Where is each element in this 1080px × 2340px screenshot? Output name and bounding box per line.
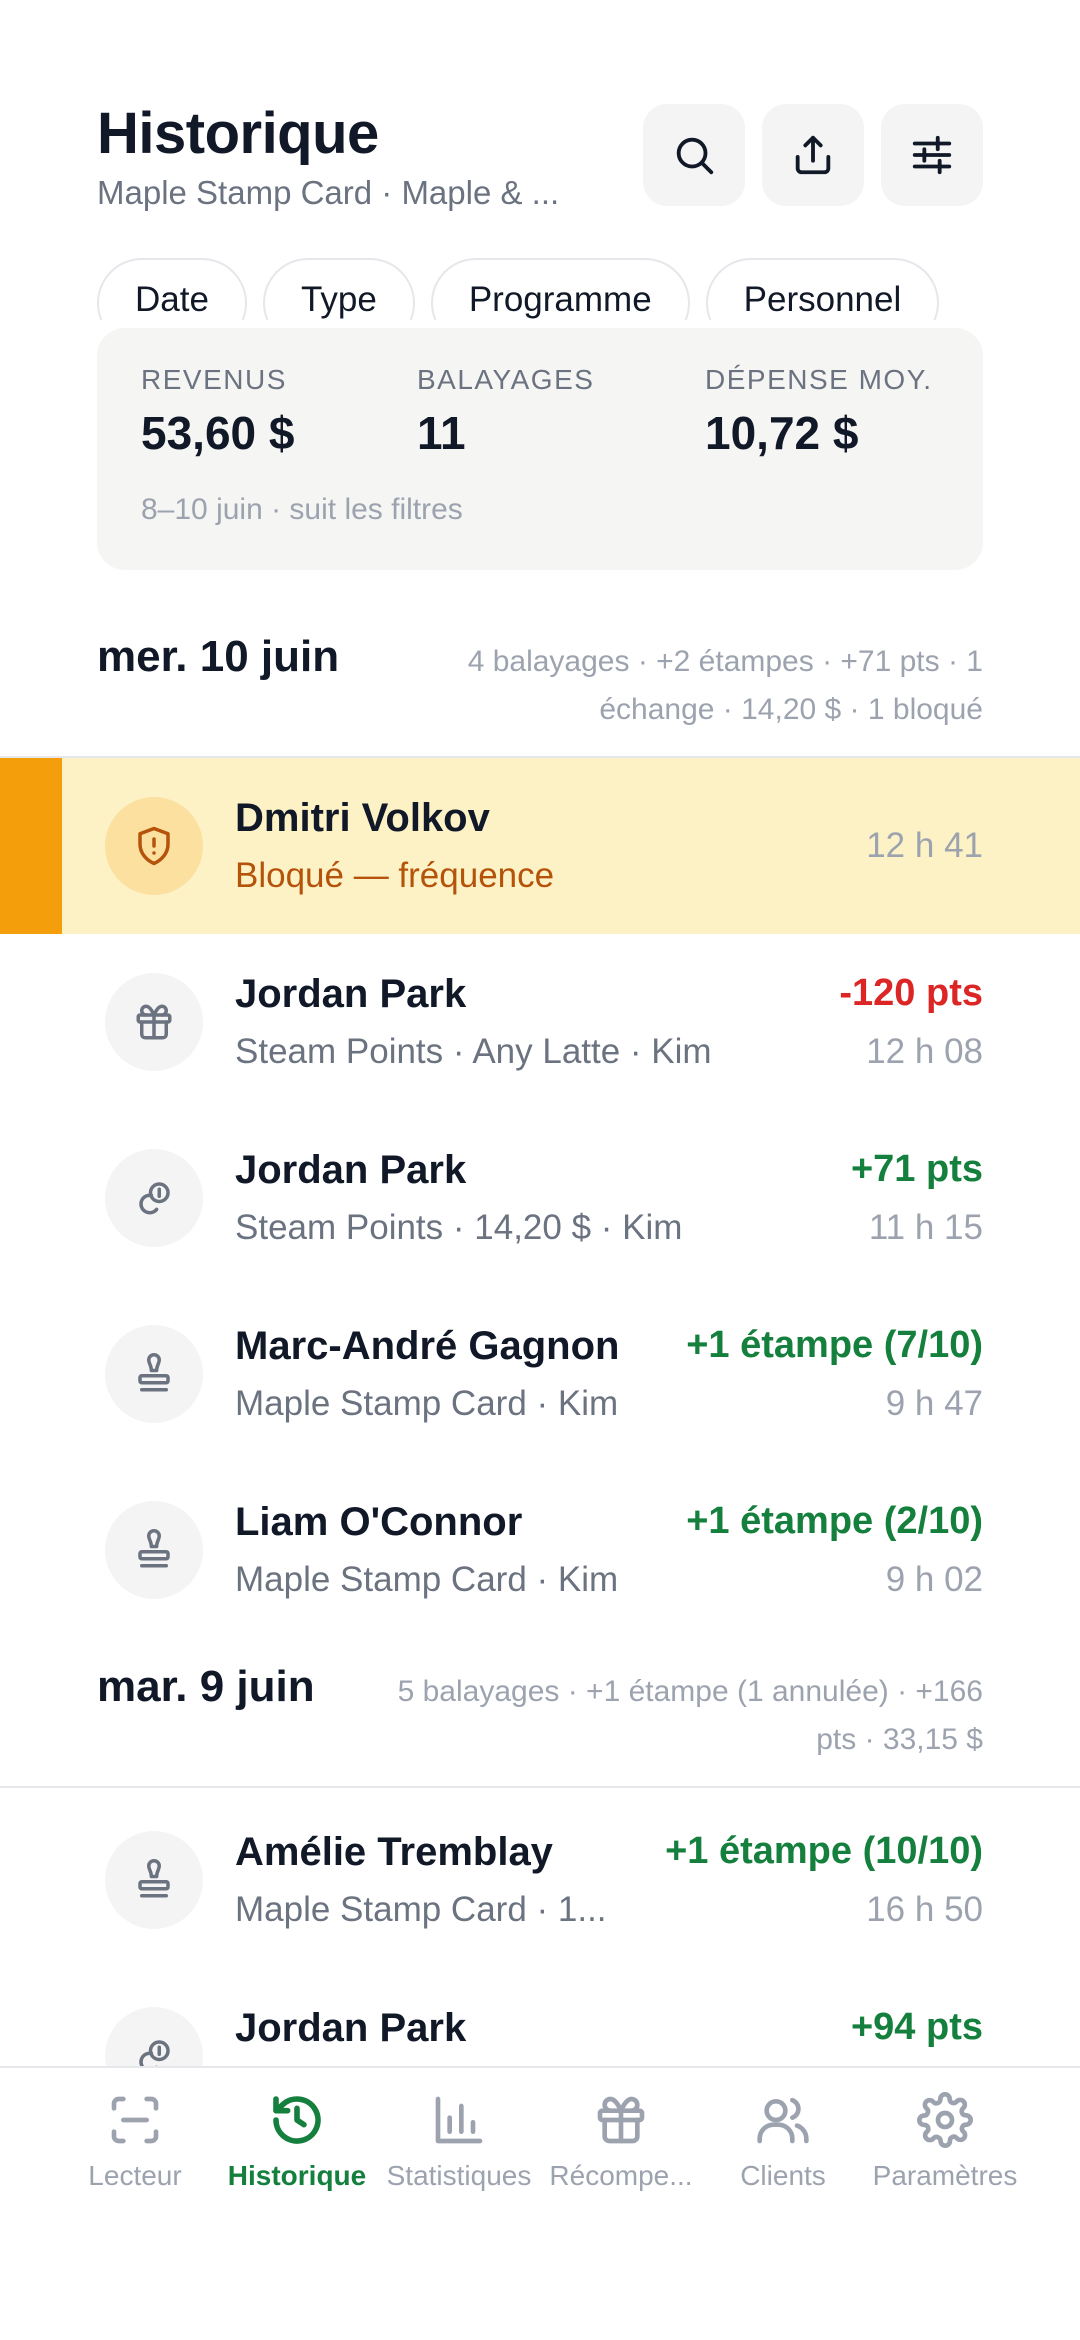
tab-clients[interactable]: Clients <box>702 2092 864 2192</box>
day-summary-line: 5 balayages · +1 étampe (1 annulée) · +1… <box>397 1675 983 1708</box>
row-avatar <box>105 973 203 1071</box>
entry-time: 9 h 02 <box>885 1560 983 1599</box>
history-row-blocked[interactable]: Dmitri Volkov Bloqué — fréquence 12 h 41 <box>0 758 1080 934</box>
entry-amount: +1 étampe (10/10) <box>665 1830 983 1872</box>
customer-name: Dmitri Volkov <box>235 796 490 840</box>
swipes-label: BALAYAGES <box>417 364 595 395</box>
page-subtitle: Maple Stamp Card · Maple & ... <box>97 174 560 211</box>
row-avatar <box>105 797 203 895</box>
gift-icon <box>136 1004 172 1040</box>
filter-chips: Date Type Programme Personnel <box>97 258 997 320</box>
entry-detail: Steam Points · Any Latte · Kim <box>235 1032 712 1071</box>
entry-detail: Maple Stamp Card · 1... <box>235 1890 607 1929</box>
entry-detail: Maple Stamp Card · Kim <box>235 1384 619 1423</box>
row-avatar <box>105 1831 203 1929</box>
share-button[interactable] <box>762 104 864 206</box>
customer-name: Jordan Park <box>235 972 467 1016</box>
day-summary-line: 4 balayages · +2 étampes · +71 pts · 1 <box>467 645 983 678</box>
entry-amount: -120 pts <box>839 972 983 1014</box>
header: Historique Maple Stamp Card · Maple & ..… <box>97 100 617 212</box>
day-title: mar. 9 juin <box>97 1662 315 1711</box>
tab-recompenses[interactable]: Récompe... <box>540 2092 702 2192</box>
day-summary-line: échange · 14,20 $ · 1 bloqué <box>599 693 983 726</box>
tab-historique[interactable]: Historique <box>216 2092 378 2192</box>
day-summary: 4 balayages · +2 étampes · +71 pts · 1 é… <box>468 638 983 734</box>
history-row[interactable]: Jordan Park Steam Points · Any Latte · K… <box>0 934 1080 1110</box>
scan-icon <box>111 2096 159 2144</box>
entry-detail: Bloqué — fréquence <box>235 856 555 895</box>
history-row[interactable]: Liam O'Connor Maple Stamp Card · Kim +1 … <box>0 1462 1080 1638</box>
day-summary-line: pts · 33,15 $ <box>816 1723 983 1756</box>
entry-amount: +94 pts <box>850 2006 983 2048</box>
history-icon <box>273 2096 321 2144</box>
row-avatar <box>105 1149 203 1247</box>
coins-icon <box>139 1182 170 1215</box>
share-icon <box>795 135 831 175</box>
chip-personnel[interactable]: Personnel <box>705 258 940 320</box>
search-button[interactable] <box>643 104 745 206</box>
chip-date[interactable]: Date <box>97 258 247 320</box>
avg-spend-stat: DÉPENSE MOY. 10,72 $ <box>705 364 933 460</box>
entry-time: 9 h 47 <box>885 1384 983 1423</box>
stamp-icon <box>138 1353 170 1392</box>
entry-time: 11 h 15 <box>868 1208 983 1247</box>
entry-amount: +71 pts <box>850 1148 983 1190</box>
bar-chart-icon <box>435 2096 483 2144</box>
chip-programme[interactable]: Programme <box>430 258 690 320</box>
filter-settings-button[interactable] <box>881 104 983 206</box>
chip-type[interactable]: Type <box>262 258 415 320</box>
divider <box>0 1786 1080 1788</box>
users-icon <box>757 2097 809 2144</box>
day-title: mer. 10 juin <box>97 632 340 681</box>
customer-name: Jordan Park <box>235 2006 467 2050</box>
customer-name: Jordan Park <box>235 1148 467 1192</box>
tab-statistiques[interactable]: Statistiques <box>378 2092 540 2192</box>
tab-lecteur[interactable]: Lecteur <box>54 2092 216 2192</box>
tab-parametres[interactable]: Paramètres <box>864 2092 1026 2192</box>
tab-label: Récompe... <box>549 2160 693 2191</box>
revenue-label: REVENUS <box>141 364 287 395</box>
entry-time: 12 h 08 <box>866 1032 983 1071</box>
history-row[interactable]: Marc-André Gagnon Maple Stamp Card · Kim… <box>0 1286 1080 1462</box>
customer-name: Liam O'Connor <box>235 1500 523 1544</box>
bottom-tab-bar: Lecteur Historique Statistiques Récompe.… <box>0 2066 1080 2340</box>
avg-spend-label: DÉPENSE MOY. <box>705 364 933 395</box>
revenue-value: 53,60 $ <box>141 407 295 459</box>
customer-name: Amélie Tremblay <box>235 1830 553 1874</box>
entry-detail: Maple Stamp Card · Kim <box>235 1560 619 1599</box>
entry-time: 12 h 41 <box>866 826 983 865</box>
search-icon <box>676 137 714 175</box>
revenue-stat: REVENUS 53,60 $ <box>141 364 294 460</box>
entry-time: 16 h 50 <box>866 1890 983 1929</box>
row-avatar <box>105 1325 203 1423</box>
gift-icon <box>597 2096 645 2144</box>
sliders-icon <box>912 135 952 175</box>
entry-detail: Steam Points · 14,20 $ · Kim <box>235 1208 683 1247</box>
summary-card: REVENUS 53,60 $ BALAYAGES 11 DÉPENSE MOY… <box>97 328 983 570</box>
stamp-icon <box>138 1859 170 1898</box>
tab-label: Statistiques <box>386 2160 532 2191</box>
history-row[interactable]: Amélie Tremblay Maple Stamp Card · 1... … <box>0 1792 1080 1968</box>
row-avatar <box>105 1501 203 1599</box>
day-summary: 5 balayages · +1 étampe (1 annulée) · +1… <box>398 1668 983 1764</box>
tab-label: Paramètres <box>872 2160 1018 2191</box>
summary-note: 8–10 juin · suit les filtres <box>141 493 463 526</box>
swipes-value: 11 <box>417 407 466 459</box>
settings-icon <box>917 2092 973 2148</box>
customer-name: Marc-André Gagnon <box>235 1324 620 1368</box>
shield-alert-icon <box>138 826 170 866</box>
tab-label: Clients <box>740 2160 826 2191</box>
page-title: Historique <box>97 101 379 166</box>
swipes-stat: BALAYAGES 11 <box>417 364 594 460</box>
avg-spend-value: 10,72 $ <box>705 407 859 459</box>
blocked-accent-bar <box>0 758 62 934</box>
stamp-icon <box>138 1529 170 1568</box>
entry-amount: +1 étampe (7/10) <box>686 1324 983 1366</box>
tab-label: Lecteur <box>88 2160 182 2191</box>
tab-label: Historique <box>227 2160 367 2191</box>
history-row[interactable]: Jordan Park Steam Points · 14,20 $ · Kim… <box>0 1110 1080 1286</box>
entry-amount: +1 étampe (2/10) <box>686 1500 983 1542</box>
